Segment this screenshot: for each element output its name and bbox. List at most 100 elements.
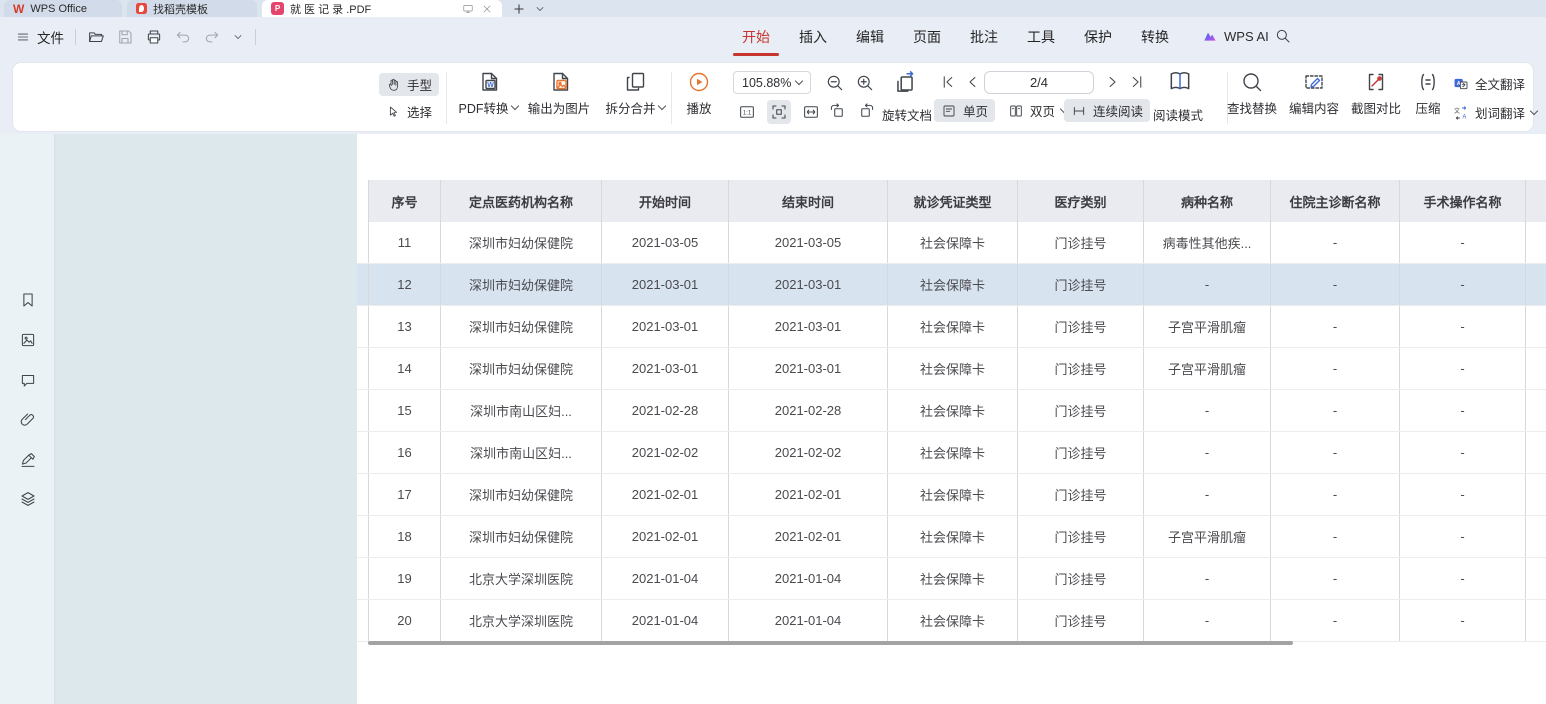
table-cell: 11 bbox=[368, 222, 440, 263]
table-header-row: 序号定点医药机构名称开始时间结束时间就诊凭证类型医疗类别病种名称住院主诊断名称手… bbox=[357, 180, 1546, 222]
find-replace-button[interactable]: 查找替换 bbox=[1221, 70, 1283, 117]
export-image-icon bbox=[547, 70, 571, 94]
chevron-left-icon bbox=[964, 73, 982, 91]
full-translate-button[interactable]: A 全文翻译 bbox=[1453, 74, 1525, 93]
wps-ai-button[interactable]: WPS AI bbox=[1202, 17, 1269, 56]
ribbon-tab-edit[interactable]: 编辑 bbox=[856, 17, 884, 57]
rotate-left-button[interactable] bbox=[828, 102, 846, 120]
rotate-document-label[interactable]: 旋转文档 bbox=[882, 105, 932, 124]
redo-icon[interactable] bbox=[203, 28, 221, 46]
table-cell: 20 bbox=[368, 600, 440, 641]
global-search-button[interactable] bbox=[1274, 27, 1292, 45]
table-cell: 北京大学深圳医院 bbox=[440, 558, 601, 599]
chevron-down-icon bbox=[1530, 107, 1538, 115]
tab-docer-templates[interactable]: 找稻壳模板 bbox=[127, 0, 257, 17]
zoom-in-button[interactable] bbox=[855, 73, 875, 93]
layers-panel-button[interactable] bbox=[19, 490, 37, 508]
fit-page-button[interactable] bbox=[767, 100, 791, 124]
actual-size-button[interactable]: 1:1 bbox=[735, 100, 759, 124]
read-mode-label[interactable]: 阅读模式 bbox=[1153, 105, 1203, 124]
table-cell: 14 bbox=[368, 348, 440, 389]
table-cell: 门诊挂号 bbox=[1017, 558, 1143, 599]
rotate-right-icon bbox=[858, 102, 876, 120]
attachments-panel-button[interactable] bbox=[19, 411, 37, 429]
divider bbox=[255, 29, 256, 45]
rotate-right-button[interactable] bbox=[858, 102, 876, 120]
word-translate-button[interactable]: 文A 划词翻译 bbox=[1453, 103, 1537, 122]
table-cell: 门诊挂号 bbox=[1017, 600, 1143, 641]
ribbon-tab-convert[interactable]: 转换 bbox=[1141, 17, 1169, 57]
screen-share-icon[interactable] bbox=[462, 3, 474, 15]
table-row[interactable]: 15深圳市南山区妇...2021-02-282021-02-28社会保障卡门诊挂… bbox=[357, 390, 1546, 432]
previous-page-button[interactable] bbox=[964, 73, 982, 91]
file-menu-button[interactable]: 文件 bbox=[16, 27, 64, 47]
compress-label: 压缩 bbox=[1415, 98, 1440, 117]
first-page-button[interactable] bbox=[939, 73, 957, 91]
read-mode-icon-button[interactable] bbox=[1167, 68, 1193, 94]
single-page-button[interactable]: 单页 bbox=[934, 99, 995, 122]
ribbon-tab-insert[interactable]: 插入 bbox=[799, 17, 827, 57]
screenshot-compare-button[interactable]: 截图对比 bbox=[1345, 70, 1407, 117]
table-cell: 社会保障卡 bbox=[887, 516, 1017, 557]
chevron-down-icon bbox=[534, 3, 546, 15]
row-filler bbox=[1525, 264, 1546, 305]
table-row[interactable]: 14深圳市妇幼保健院2021-03-012021-03-01社会保障卡门诊挂号子… bbox=[357, 348, 1546, 390]
more-actions-chevron-icon[interactable] bbox=[232, 31, 244, 43]
edit-content-icon bbox=[1302, 70, 1326, 94]
ribbon-tab-tools[interactable]: 工具 bbox=[1027, 17, 1055, 57]
ribbon-tab-page[interactable]: 页面 bbox=[913, 17, 941, 57]
table-row[interactable]: 17深圳市妇幼保健院2021-02-012021-02-01社会保障卡门诊挂号-… bbox=[357, 474, 1546, 516]
table-row[interactable]: 18深圳市妇幼保健院2021-02-012021-02-01社会保障卡门诊挂号子… bbox=[357, 516, 1546, 558]
find-replace-label: 查找替换 bbox=[1227, 98, 1277, 117]
edit-content-button[interactable]: 编辑内容 bbox=[1283, 70, 1345, 117]
ribbon-tab-protect[interactable]: 保护 bbox=[1084, 17, 1112, 57]
fit-width-button[interactable] bbox=[799, 100, 823, 124]
table-cell: - bbox=[1399, 474, 1525, 515]
table-row[interactable]: 16深圳市南山区妇...2021-02-022021-02-02社会保障卡门诊挂… bbox=[357, 432, 1546, 474]
print-icon[interactable] bbox=[145, 28, 163, 46]
ribbon-tab-home[interactable]: 开始 bbox=[742, 17, 770, 57]
zoom-level-dropdown[interactable]: 105.88% bbox=[733, 71, 811, 94]
tab-wps-office[interactable]: W WPS Office bbox=[4, 0, 122, 17]
wps-ai-label: WPS AI bbox=[1224, 29, 1269, 44]
new-tab-button[interactable] bbox=[512, 0, 526, 17]
next-page-button[interactable] bbox=[1103, 73, 1121, 91]
hand-tool-button[interactable]: 手型 bbox=[379, 73, 439, 96]
table-row[interactable]: 12深圳市妇幼保健院2021-03-012021-03-01社会保障卡门诊挂号-… bbox=[357, 264, 1546, 306]
undo-icon[interactable] bbox=[174, 28, 192, 46]
rotate-pages-button[interactable] bbox=[892, 70, 918, 96]
edit-content-label: 编辑内容 bbox=[1289, 98, 1339, 117]
pdf-convert-button[interactable]: W PDF转换 bbox=[451, 70, 525, 117]
bookmark-panel-button[interactable] bbox=[19, 291, 37, 309]
table-cell: - bbox=[1399, 516, 1525, 557]
play-slideshow-button[interactable]: 播放 bbox=[677, 70, 721, 117]
table-cell: 子宫平滑肌瘤 bbox=[1143, 516, 1270, 557]
table-cell: - bbox=[1143, 432, 1270, 473]
comments-panel-button[interactable] bbox=[19, 371, 37, 389]
close-tab-icon[interactable] bbox=[481, 3, 493, 15]
table-cell: - bbox=[1399, 306, 1525, 347]
table-row[interactable]: 20北京大学深圳医院2021-01-042021-01-04社会保障卡门诊挂号-… bbox=[357, 600, 1546, 642]
tab-pdf-document[interactable]: P 就 医 记 录 .PDF bbox=[262, 0, 502, 17]
select-tool-button[interactable]: 选择 bbox=[379, 100, 439, 123]
page-number-input[interactable]: 2/4 bbox=[984, 71, 1094, 94]
table-row[interactable]: 13深圳市妇幼保健院2021-03-012021-03-01社会保障卡门诊挂号子… bbox=[357, 306, 1546, 348]
ribbon-tab-comment[interactable]: 批注 bbox=[970, 17, 998, 57]
continuous-read-button[interactable]: 连续阅读 bbox=[1064, 99, 1150, 122]
tab-list-button[interactable] bbox=[534, 0, 546, 17]
table-cell: - bbox=[1143, 558, 1270, 599]
one-to-one-icon: 1:1 bbox=[738, 103, 756, 121]
export-image-button[interactable]: 输出为图片 bbox=[522, 70, 596, 117]
table-row[interactable]: 19北京大学深圳医院2021-01-042021-01-04社会保障卡门诊挂号-… bbox=[357, 558, 1546, 600]
signature-panel-button[interactable] bbox=[19, 451, 37, 469]
svg-text:W: W bbox=[487, 82, 494, 89]
open-file-icon[interactable] bbox=[87, 28, 105, 46]
table-cell: 深圳市妇幼保健院 bbox=[440, 222, 601, 263]
split-merge-button[interactable]: 拆分合并 bbox=[598, 70, 672, 117]
compress-button[interactable]: 压缩 bbox=[1404, 70, 1452, 117]
zoom-out-button[interactable] bbox=[825, 73, 845, 93]
thumbnails-panel-button[interactable] bbox=[19, 331, 37, 349]
save-icon[interactable] bbox=[116, 28, 134, 46]
table-row[interactable]: 11深圳市妇幼保健院2021-03-052021-03-05社会保障卡门诊挂号病… bbox=[357, 222, 1546, 264]
last-page-button[interactable] bbox=[1128, 73, 1146, 91]
